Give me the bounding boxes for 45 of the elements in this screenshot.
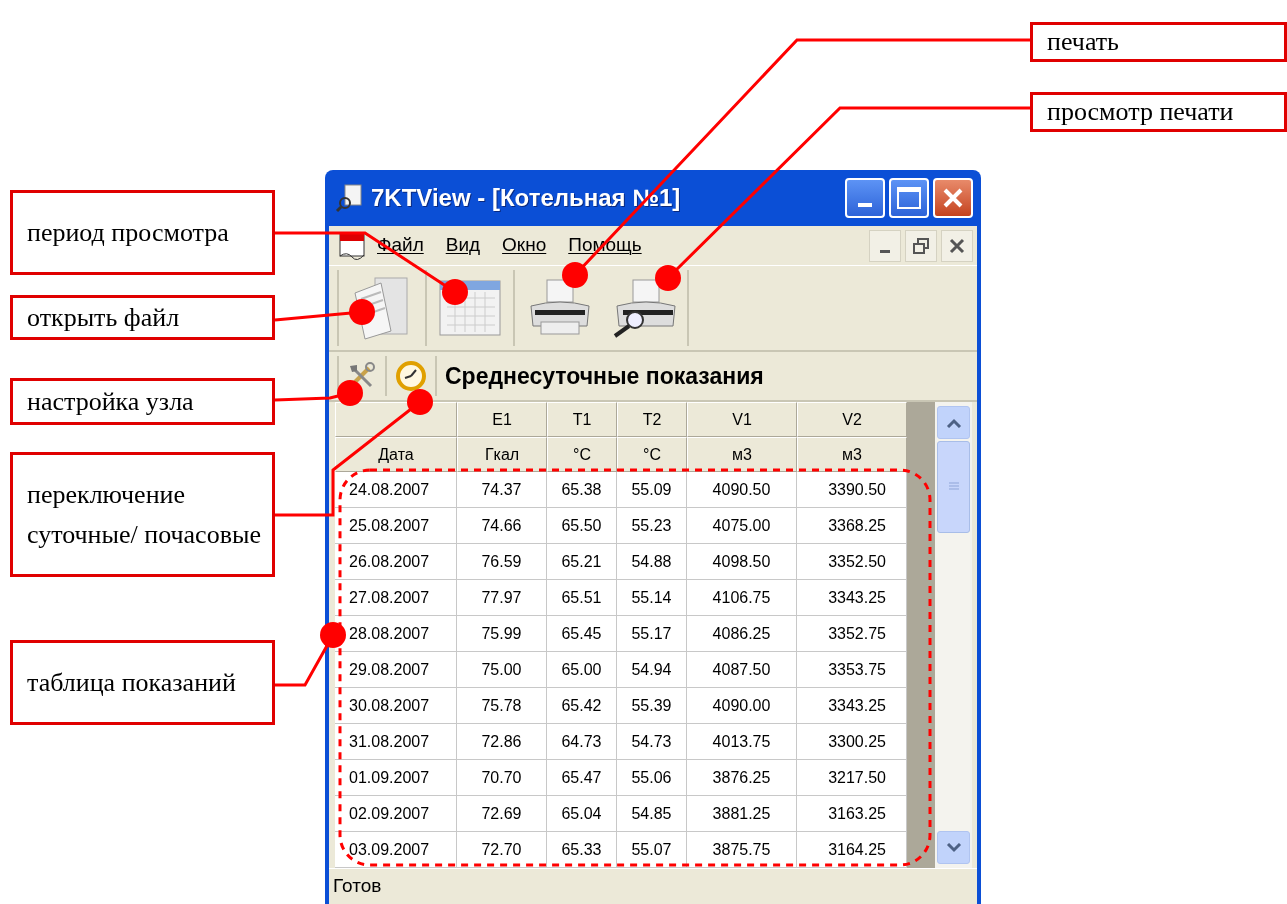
table-cell: 3875.75 <box>687 832 797 868</box>
minimize-button[interactable] <box>845 178 885 218</box>
column-header: E1 <box>457 402 547 437</box>
mdi-restore-button[interactable] <box>905 229 937 262</box>
callout-label: переключение суточные/ почасовые <box>10 452 275 577</box>
menu-item[interactable]: Окно <box>502 231 547 260</box>
menu-item[interactable]: Вид <box>445 231 481 260</box>
column-header: V1 <box>687 402 797 437</box>
callout-label: настройка узла <box>10 378 275 425</box>
magnifier-icon <box>335 183 365 213</box>
leader-line <box>275 622 346 687</box>
callout-label: печать <box>1030 22 1287 62</box>
mdi-close-button[interactable] <box>941 229 973 262</box>
column-header: V2 <box>797 402 907 437</box>
callout-label: таблица показаний <box>10 640 275 725</box>
minimize-icon <box>858 203 872 207</box>
close-icon <box>942 187 964 209</box>
minimize-icon <box>880 250 890 253</box>
close-icon <box>949 237 965 254</box>
column-header: °C <box>547 437 617 472</box>
column-header: °C <box>617 437 687 472</box>
column-header: м3 <box>687 437 797 472</box>
restore-icon <box>913 237 929 254</box>
table-cell: 65.33 <box>547 832 617 868</box>
column-header: м3 <box>797 437 907 472</box>
table-cell: 72.70 <box>457 832 547 868</box>
tools-icon[interactable] <box>347 362 375 390</box>
callout-label: период просмотра <box>10 190 275 275</box>
column-header: T2 <box>617 402 687 437</box>
clock-icon[interactable] <box>395 360 427 392</box>
callout-label: просмотр печати <box>1030 92 1287 132</box>
column-header: T1 <box>547 402 617 437</box>
grip-icon <box>947 482 960 492</box>
table-cell: 03.09.2007 <box>335 832 457 868</box>
scrollbar[interactable] <box>935 402 972 868</box>
maximize-icon <box>897 187 921 209</box>
table-cell: 55.07 <box>617 832 687 868</box>
status-text: Готов <box>333 874 382 899</box>
close-button[interactable] <box>933 178 973 218</box>
callout-label: открыть файл <box>10 295 275 340</box>
panel-title: Среднесуточные показания <box>435 356 764 396</box>
mdi-minimize-button[interactable] <box>869 229 901 262</box>
column-header: Дата <box>335 437 457 472</box>
column-header: Гкал <box>457 437 547 472</box>
maximize-button[interactable] <box>889 178 929 218</box>
